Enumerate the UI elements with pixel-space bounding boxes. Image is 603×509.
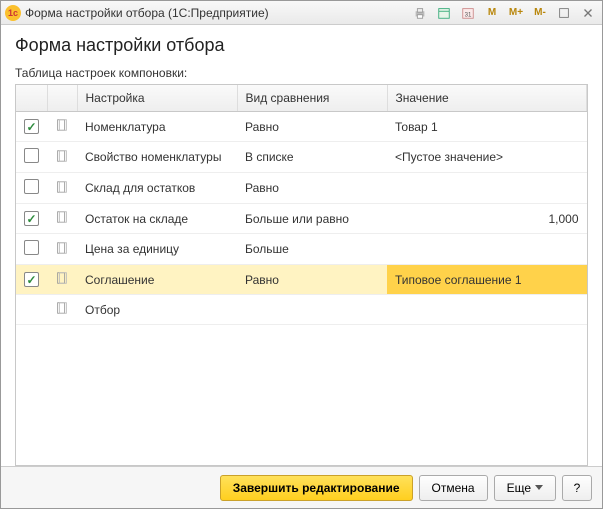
table-row[interactable]: Остаток на складеБольше или равно1,000 bbox=[16, 204, 587, 234]
memory-mplus-button[interactable]: M+ bbox=[506, 4, 526, 22]
row-value[interactable] bbox=[387, 234, 587, 265]
footer: Завершить редактирование Отмена Еще ? bbox=[1, 466, 602, 508]
row-setting-label: Склад для остатков bbox=[77, 173, 237, 204]
row-checkbox[interactable] bbox=[24, 148, 39, 163]
row-checkbox[interactable] bbox=[24, 119, 39, 134]
row-value[interactable] bbox=[387, 295, 587, 325]
row-compare bbox=[237, 295, 387, 325]
table-row[interactable]: Цена за единицуБольше bbox=[16, 234, 587, 265]
row-compare: Равно bbox=[237, 173, 387, 204]
row-checkbox[interactable] bbox=[24, 272, 39, 287]
row-value[interactable]: Типовое соглашение 1 bbox=[387, 265, 587, 295]
row-checkbox[interactable] bbox=[24, 211, 39, 226]
finish-editing-button[interactable]: Завершить редактирование bbox=[220, 475, 413, 501]
setting-icon bbox=[55, 152, 69, 166]
cancel-button[interactable]: Отмена bbox=[419, 475, 488, 501]
row-compare: Больше или равно bbox=[237, 204, 387, 234]
row-setting-label: Свойство номенклатуры bbox=[77, 142, 237, 173]
setting-icon bbox=[55, 121, 69, 135]
row-value[interactable]: <Пустое значение> bbox=[387, 142, 587, 173]
col-header-icon[interactable] bbox=[47, 85, 77, 112]
app-icon: 1c bbox=[5, 5, 21, 21]
row-value[interactable]: Товар 1 bbox=[387, 112, 587, 142]
setting-icon bbox=[55, 274, 69, 288]
row-compare: Равно bbox=[237, 112, 387, 142]
row-value[interactable] bbox=[387, 173, 587, 204]
print-icon[interactable] bbox=[410, 4, 430, 22]
table-caption: Таблица настроек компоновки: bbox=[15, 66, 588, 80]
row-setting-label: Цена за единицу bbox=[77, 234, 237, 265]
settings-table-wrap: Настройка Вид сравнения Значение Номенкл… bbox=[15, 84, 588, 466]
row-compare: Равно bbox=[237, 265, 387, 295]
table-row[interactable]: СоглашениеРавноТиповое соглашение 1 bbox=[16, 265, 587, 295]
memory-mminus-button[interactable]: M- bbox=[530, 4, 550, 22]
col-header-value[interactable]: Значение bbox=[387, 85, 587, 112]
setting-icon bbox=[55, 213, 69, 227]
row-setting-label: Остаток на складе bbox=[77, 204, 237, 234]
more-button-label: Еще bbox=[507, 481, 531, 495]
chevron-down-icon bbox=[535, 485, 543, 490]
window-title: Форма настройки отбора (1С:Предприятие) bbox=[25, 6, 269, 20]
setting-icon bbox=[55, 304, 69, 318]
row-setting-label: Соглашение bbox=[77, 265, 237, 295]
table-row[interactable]: Отбор bbox=[16, 295, 587, 325]
calendar-icon[interactable] bbox=[434, 4, 454, 22]
row-compare: Больше bbox=[237, 234, 387, 265]
window-close-icon[interactable] bbox=[578, 4, 598, 22]
table-row[interactable]: Свойство номенклатурыВ списке<Пустое зна… bbox=[16, 142, 587, 173]
row-setting-label: Номенклатура bbox=[77, 112, 237, 142]
row-checkbox[interactable] bbox=[24, 240, 39, 255]
row-setting-label: Отбор bbox=[77, 295, 237, 325]
settings-table: Настройка Вид сравнения Значение Номенкл… bbox=[16, 85, 587, 325]
window-maximize-icon[interactable] bbox=[554, 4, 574, 22]
row-checkbox[interactable] bbox=[24, 179, 39, 194]
col-header-setting[interactable]: Настройка bbox=[77, 85, 237, 112]
row-value[interactable]: 1,000 bbox=[387, 204, 587, 234]
col-header-check[interactable] bbox=[16, 85, 47, 112]
setting-icon bbox=[55, 244, 69, 258]
memory-m-button[interactable]: M bbox=[482, 4, 502, 22]
calendar-date-icon[interactable]: 31 bbox=[458, 4, 478, 22]
row-compare: В списке bbox=[237, 142, 387, 173]
svg-text:31: 31 bbox=[465, 11, 472, 18]
page-title: Форма настройки отбора bbox=[15, 35, 588, 56]
table-row[interactable]: Склад для остатковРавно bbox=[16, 173, 587, 204]
table-row[interactable]: НоменклатураРавноТовар 1 bbox=[16, 112, 587, 142]
help-button[interactable]: ? bbox=[562, 475, 592, 501]
content-area: Форма настройки отбора Таблица настроек … bbox=[1, 25, 602, 466]
more-button[interactable]: Еще bbox=[494, 475, 556, 501]
setting-icon bbox=[55, 183, 69, 197]
col-header-compare[interactable]: Вид сравнения bbox=[237, 85, 387, 112]
titlebar: 1c Форма настройки отбора (1С:Предприяти… bbox=[1, 1, 602, 25]
